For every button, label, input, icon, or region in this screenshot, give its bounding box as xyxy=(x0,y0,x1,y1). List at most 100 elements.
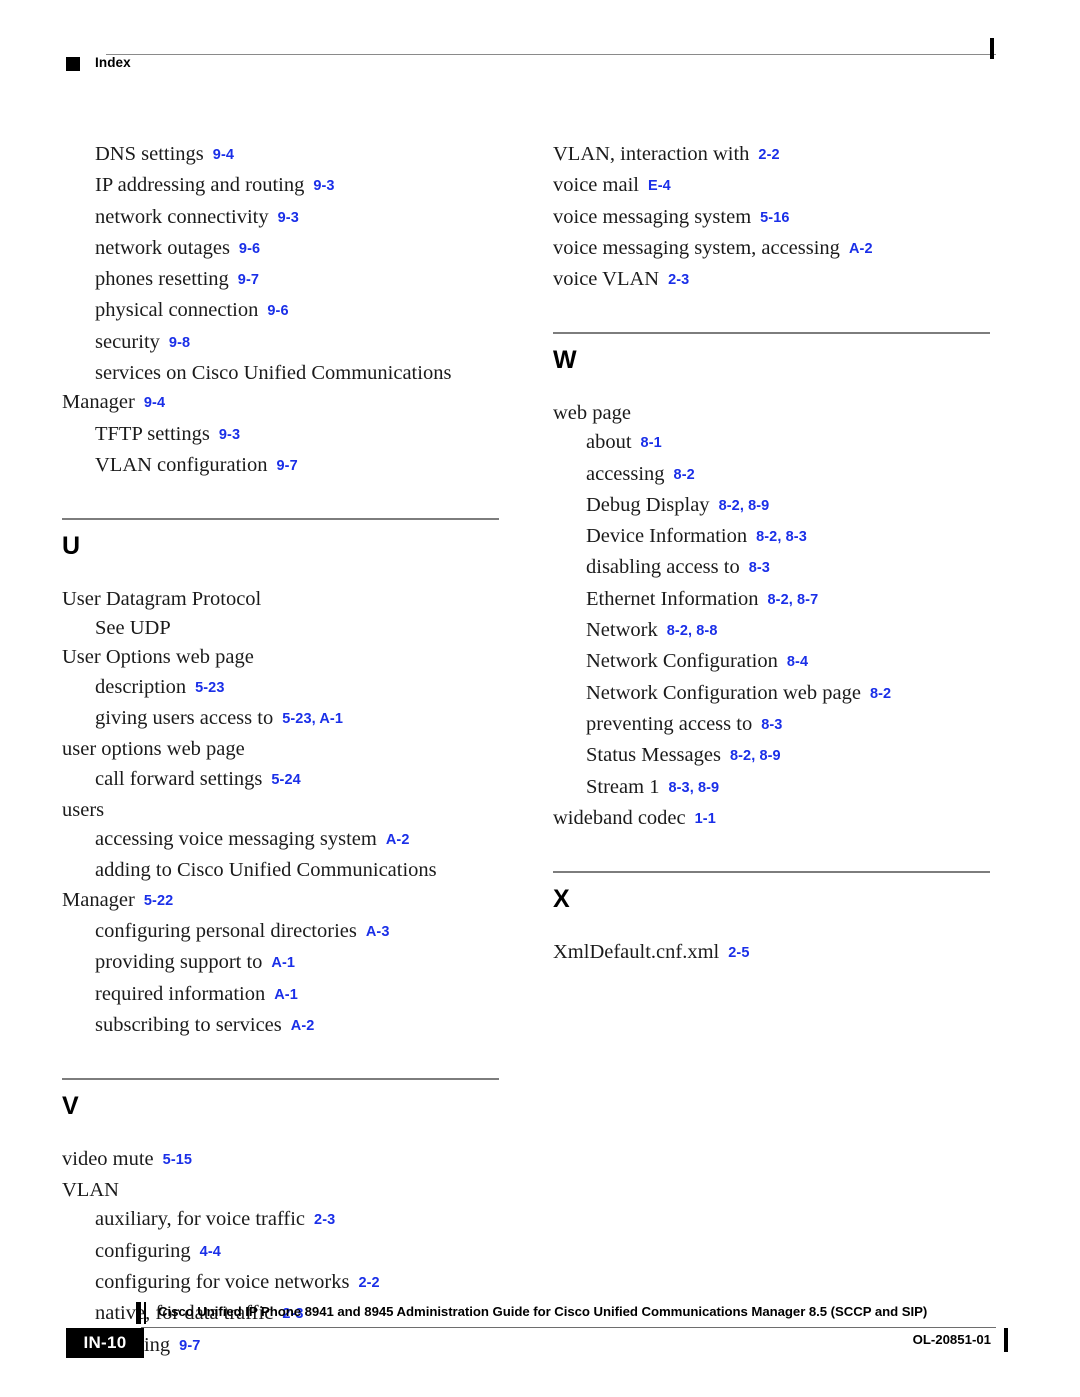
index-entry-reference[interactable]: 2-3 xyxy=(314,1212,335,1228)
index-entry-reference[interactable]: 9-4 xyxy=(213,147,234,163)
right-continued-entries: VLAN, interaction with 2-2 voice mail E-4 vo… xyxy=(553,140,993,296)
index-entry-reference[interactable]: 9-3 xyxy=(313,178,334,194)
index-entry-reference[interactable]: 1-1 xyxy=(695,811,716,827)
index-entry-term: auxiliary, for voice traffic xyxy=(95,1208,306,1231)
index-entry-reference[interactable]: 8-3 xyxy=(761,717,782,733)
index-entry-reference[interactable]: E-4 xyxy=(648,178,671,194)
index-entry-reference[interactable]: 8-3, 8-9 xyxy=(668,780,719,796)
index-entry-reference[interactable]: 8-2, 8-3 xyxy=(756,529,807,545)
index-entry-reference[interactable]: 9-8 xyxy=(169,335,190,351)
index-entry-reference[interactable]: A-3 xyxy=(366,924,390,940)
index-entry-reference[interactable]: 2-2 xyxy=(358,1275,379,1291)
index-entry: disabling access to 8-3 xyxy=(586,553,993,584)
index-entry-reference[interactable]: 8-2, 8-9 xyxy=(719,498,770,514)
index-entry-term: voice VLAN xyxy=(553,268,660,291)
left-column: DNS settings 9-4 IP addressing and routing… xyxy=(62,140,502,1362)
index-entry: DNS settings 9-4 xyxy=(95,140,502,171)
index-entry-term: call forward settings xyxy=(95,767,263,790)
index-entry-reference[interactable]: 8-2 xyxy=(870,686,891,702)
index-entry-term: Network Configuration xyxy=(586,650,778,673)
index-entry-term: wideband codec xyxy=(553,806,686,829)
index-entry: giving users access to 5-23, A-1 xyxy=(95,704,502,735)
index-entry: Debug Display 8-2, 8-9 xyxy=(586,491,993,522)
index-entry-reference[interactable]: 9-7 xyxy=(238,272,259,288)
index-entry-reference[interactable]: A-1 xyxy=(274,987,298,1003)
index-letter-section: U User Datagram Protocol See UDP User Optio… xyxy=(62,518,502,1042)
index-entry-reference[interactable]: 9-6 xyxy=(267,303,288,319)
index-entry-reference[interactable]: 2-5 xyxy=(728,945,749,961)
guide-title: Cisco Unified IP Phone 8941 and 8945 Adm… xyxy=(158,1304,928,1319)
index-entry: VLAN configuration 9-7 xyxy=(95,451,502,482)
index-entry-term: required information xyxy=(95,982,266,1005)
index-entry-term: Ethernet Information xyxy=(586,587,759,610)
index-entry-reference[interactable]: 8-2, 8-9 xyxy=(730,748,781,764)
index-entry-reference[interactable]: 8-2, 8-7 xyxy=(767,592,818,608)
index-entry-term: configuring personal directories xyxy=(95,920,357,943)
black-square-icon xyxy=(66,57,80,71)
index-entry-term: physical connection xyxy=(95,299,259,322)
index-entry-term: configuring xyxy=(95,1239,191,1262)
index-entry-term: DNS settings xyxy=(95,143,204,165)
index-entry-term: VLAN xyxy=(62,1179,119,1202)
index-entry-reference[interactable]: A-2 xyxy=(849,241,873,257)
index-entry: about 8-1 xyxy=(586,428,993,459)
section-divider xyxy=(553,332,990,334)
index-entry-term: Network Configuration web page xyxy=(586,681,861,704)
section-letter-heading: U xyxy=(62,531,81,560)
index-entry: accessing voice messaging system A-2 xyxy=(95,825,502,856)
index-entry: VLAN, interaction with 2-2 xyxy=(553,140,993,171)
index-entry-term: services on Cisco Unified Communications xyxy=(95,362,452,385)
index-entry: web page xyxy=(553,399,993,428)
index-entry: XmlDefault.cnf.xml 2-5 xyxy=(553,938,993,969)
index-entry-term: Network xyxy=(586,619,658,642)
index-entry-reference[interactable]: 5-24 xyxy=(271,772,300,788)
index-entry: User Options web page xyxy=(62,643,502,672)
index-entry-term: VLAN, interaction with xyxy=(553,143,750,165)
index-entry-reference[interactable]: 8-2 xyxy=(674,467,695,483)
index-entry-reference[interactable]: 8-2, 8-8 xyxy=(667,623,718,639)
index-entry: phones resetting 9-7 xyxy=(95,265,502,296)
bottom-right-crop-mark xyxy=(1004,1328,1008,1352)
index-entry-term-continuation: Manager 5-22 xyxy=(62,888,174,911)
index-entry-reference[interactable]: 8-3 xyxy=(749,560,770,576)
index-entry: required information A-1 xyxy=(95,980,502,1011)
index-entry-reference[interactable]: A-1 xyxy=(271,955,295,971)
index-entry-term: about xyxy=(586,431,632,454)
index-entry: VLAN xyxy=(62,1176,502,1205)
index-entry: Stream 1 8-3, 8-9 xyxy=(586,773,993,804)
index-entry-reference[interactable]: A-2 xyxy=(291,1018,315,1034)
index-entry-reference[interactable]: 9-7 xyxy=(277,458,298,474)
index-entry-term: network outages xyxy=(95,236,230,259)
index-entry-reference[interactable]: 5-23, A-1 xyxy=(282,711,343,727)
index-entry: voice VLAN 2-3 xyxy=(553,265,993,296)
index-entry-reference[interactable]: 5-22 xyxy=(144,893,173,909)
index-entry-reference[interactable]: 5-16 xyxy=(760,210,789,226)
index-entry: TFTP settings 9-3 xyxy=(95,420,502,451)
index-entry-reference[interactable]: 4-4 xyxy=(200,1244,221,1260)
index-entry-term: XmlDefault.cnf.xml xyxy=(553,940,720,963)
index-entry-term: providing support to xyxy=(95,951,263,974)
index-entry: user options web page xyxy=(62,735,502,764)
index-entry-reference[interactable]: A-2 xyxy=(386,832,410,848)
index-entry-reference[interactable]: 9-6 xyxy=(239,241,260,257)
index-entry-term: preventing access to xyxy=(586,712,753,735)
index-entry-term: See UDP xyxy=(95,617,171,640)
index-entry-term: voice mail xyxy=(553,174,639,197)
index-entry-term: accessing xyxy=(586,462,665,485)
index-entry-reference[interactable]: 9-3 xyxy=(219,427,240,443)
index-letter-section: Wweb page about 8-1 accessing 8-2 Debug Displ… xyxy=(553,332,993,835)
index-entry-reference[interactable]: 5-15 xyxy=(163,1152,192,1168)
index-entry-reference[interactable]: 8-1 xyxy=(641,435,662,451)
index-entry-reference[interactable]: 8-4 xyxy=(787,654,808,670)
index-entry: users xyxy=(62,796,502,825)
index-entry-reference[interactable]: 5-23 xyxy=(195,680,224,696)
index-entry-reference[interactable]: 9-3 xyxy=(278,210,299,226)
index-entry-reference[interactable]: 9-4 xyxy=(144,395,165,411)
index-entry-reference[interactable]: 2-2 xyxy=(758,147,779,163)
index-entry: IP addressing and routing 9-3 xyxy=(95,171,502,202)
index-entry-reference[interactable]: 2-3 xyxy=(668,272,689,288)
index-entry-term: configuring for voice networks xyxy=(95,1270,350,1293)
section-divider xyxy=(553,871,990,873)
index-entry-term: web page xyxy=(553,401,631,424)
section-letter-heading: V xyxy=(62,1091,79,1120)
